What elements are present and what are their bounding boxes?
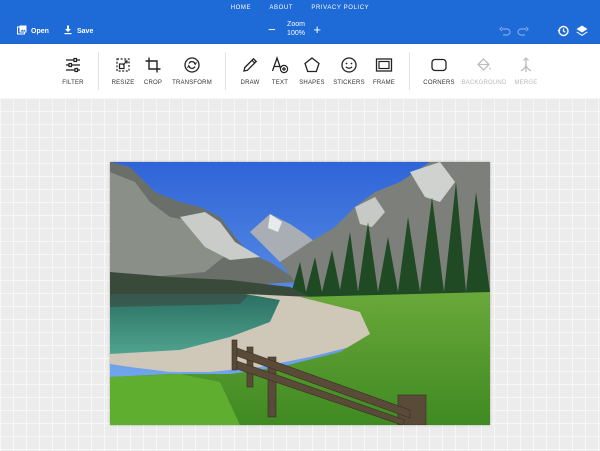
zoom-control: − Zoom 100% +: [265, 20, 335, 42]
landscape-photo: [110, 162, 490, 425]
transform-tool[interactable]: TRANSFORM: [167, 56, 217, 86]
frame-label: FRAME: [373, 80, 395, 86]
frame-tool[interactable]: FRAME: [359, 56, 409, 86]
corners-label: CORNERS: [423, 80, 455, 86]
zoom-out-button[interactable]: −: [268, 23, 276, 36]
layers-button[interactable]: [575, 24, 589, 38]
filter-tool[interactable]: FILTER: [48, 56, 98, 86]
nav-privacy-link[interactable]: PRIVACY POLICY: [311, 5, 369, 11]
corners-tool[interactable]: CORNERS: [414, 56, 464, 86]
history-icon: [556, 25, 570, 42]
layers-icon: [575, 25, 589, 42]
redo-icon: [516, 25, 530, 42]
open-label: Open: [31, 27, 49, 35]
transform-label: TRANSFORM: [172, 80, 212, 86]
nav-about-link[interactable]: ABOUT: [269, 5, 293, 11]
app-bar: HOME ABOUT PRIVACY POLICY Open Save − Zo…: [0, 0, 600, 44]
pentagon-icon: [303, 56, 321, 74]
merge-icon: [517, 56, 535, 74]
crop-icon: [144, 56, 162, 74]
canvas-image[interactable]: [110, 162, 490, 425]
nav-home-link[interactable]: HOME: [231, 5, 251, 11]
tool-toolbar: FILTER RESIZE CROP TRANSFORM DRAW TEXT S…: [0, 44, 600, 98]
sliders-icon: [64, 56, 82, 74]
open-image-icon: [17, 25, 27, 37]
zoom-label: Zoom: [287, 21, 305, 28]
top-nav: HOME ABOUT PRIVACY POLICY: [0, 5, 600, 11]
zoom-in-button[interactable]: +: [313, 23, 321, 36]
filter-label: FILTER: [62, 80, 84, 86]
paint-bucket-icon: [475, 56, 493, 74]
zoom-value: 100%: [287, 30, 305, 37]
smiley-icon: [340, 56, 358, 74]
undo-icon: [498, 25, 512, 42]
open-button[interactable]: Open: [17, 25, 49, 37]
rotate-icon: [183, 56, 201, 74]
merge-tool[interactable]: MERGE: [501, 56, 551, 86]
rounded-rect-icon: [430, 56, 448, 74]
save-label: Save: [77, 27, 94, 35]
frame-icon: [375, 56, 393, 74]
undo-button[interactable]: [498, 24, 512, 38]
redo-button[interactable]: [516, 24, 530, 38]
save-button[interactable]: Save: [63, 25, 93, 37]
merge-label: MERGE: [514, 80, 538, 86]
download-icon: [63, 25, 73, 37]
history-button[interactable]: [556, 24, 570, 38]
toolbar-divider: [409, 52, 410, 90]
